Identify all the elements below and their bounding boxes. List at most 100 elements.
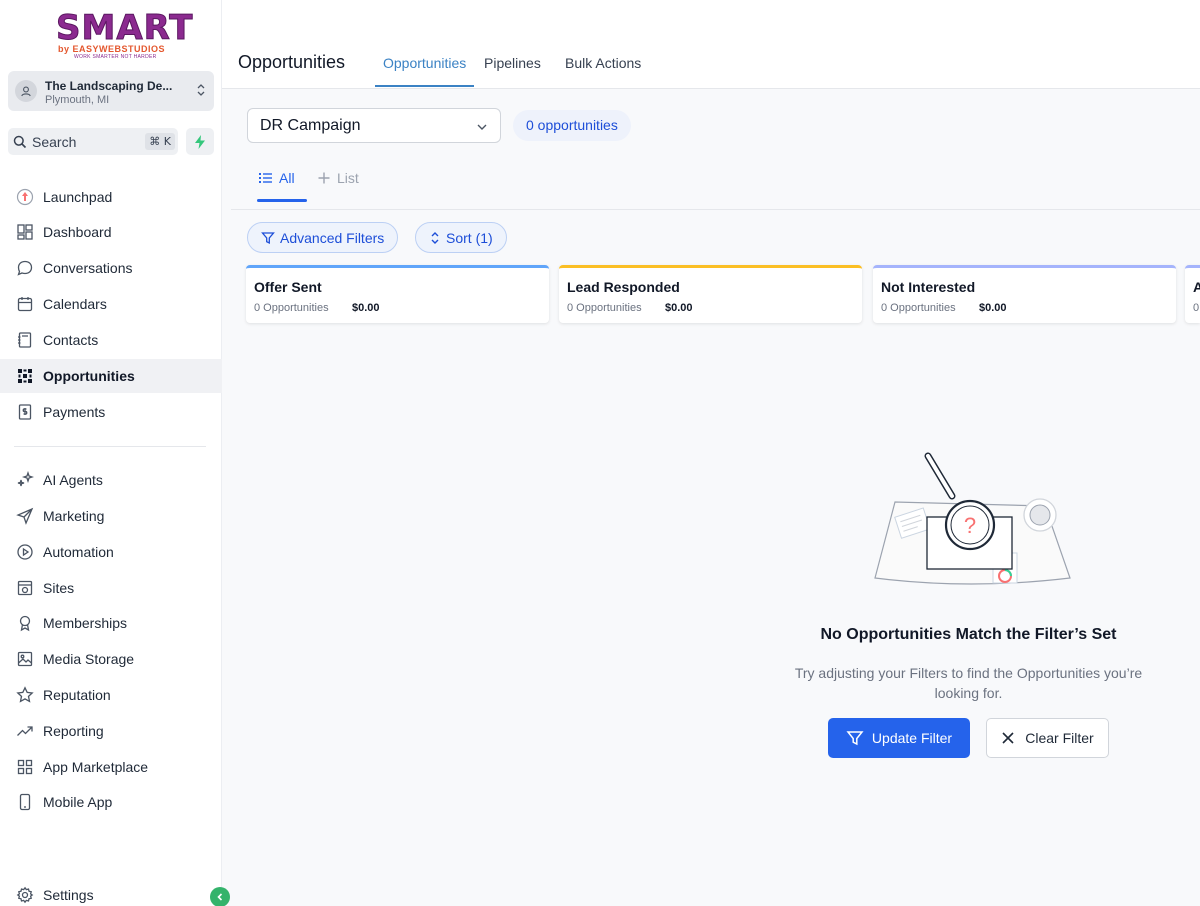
sidebar-item-label: Mobile App [43,794,113,810]
tab-bulk-actions[interactable]: Bulk Actions [565,55,641,87]
sidebar-item-label: Media Storage [43,651,135,667]
sidebar-item-launchpad[interactable]: Launchpad [0,180,222,214]
trend-up-icon [15,721,35,741]
location-avatar-icon [15,80,37,102]
sidebar-item-label: Payments [43,404,106,420]
sidebar-item-ai-agents[interactable]: AI Agents [0,463,222,497]
add-list-label: List [337,170,359,186]
quick-actions-button[interactable] [186,128,214,155]
empty-search-illustration: ? [874,452,1071,585]
mobile-phone-icon [15,792,35,812]
sort-label: Sort (1) [446,229,493,246]
sparkle-icon [15,470,35,490]
sidebar-item-automation[interactable]: Automation [0,535,222,569]
stage-value: $0.00 [665,302,693,314]
collapse-sidebar-button[interactable] [210,887,230,906]
tab-pipelines[interactable]: Pipelines [484,55,541,87]
sidebar-item-label: Opportunities [43,368,135,384]
logo-tagline: WORK SMARTER NOT HARDER [74,54,157,60]
view-tab-all-label: All [279,170,295,186]
stage-value: $0.00 [352,302,380,314]
sidebar-item-reputation[interactable]: Reputation [0,678,222,712]
search-button[interactable]: Search ⌘ K [8,128,178,155]
sidebar-item-settings[interactable]: Settings [0,878,222,906]
sidebar-item-opportunities[interactable]: Opportunities [0,359,222,393]
stage-count: 0 Opportunities [567,302,642,314]
plus-icon [318,172,330,184]
sidebar: SMART by EASYWEBSTUDIOS WORK SMARTER NOT… [0,0,222,906]
sidebar-item-payments[interactable]: Payments [0,395,222,429]
sidebar-item-label: Calendars [43,296,107,312]
sidebar-item-sites[interactable]: Sites [0,571,222,605]
location-name: The Landscaping De... [45,79,173,93]
opportunities-network-icon [15,366,35,386]
lightning-icon [195,134,205,149]
empty-state-title: No Opportunities Match the Filter’s Set [820,626,1117,643]
view-tab-all[interactable]: All [258,170,295,186]
chat-bubble-icon [15,258,35,278]
stage-column-not-interested[interactable]: Not Interested 0 Opportunities $0.00 [873,265,1176,323]
sidebar-item-label: Reporting [43,723,104,739]
sidebar-item-label: AI Agents [43,472,103,488]
location-city: Plymouth, MI [45,94,110,106]
stage-column-lead-responded[interactable]: Lead Responded 0 Opportunities $0.00 [559,265,862,323]
award-badge-icon [15,613,35,633]
advanced-filters-button[interactable]: Advanced Filters [247,222,399,253]
location-switcher[interactable]: The Landscaping De... Plymouth, MI [8,71,214,111]
tab-opportunities[interactable]: Opportunities [375,55,475,87]
sidebar-item-calendars[interactable]: Calendars [0,287,222,321]
chevron-left-icon [217,893,223,901]
view-tab-underline [257,199,307,202]
sidebar-item-dashboard[interactable]: Dashboard [0,215,222,249]
sidebar-item-label: Memberships [43,615,128,631]
sidebar-item-media-storage[interactable]: Media Storage [0,642,222,676]
top-bar: Opportunities Opportunities Pipelines Bu… [222,0,1200,89]
clear-filter-label: Clear Filter [1025,730,1094,746]
sidebar-item-label: Sites [43,580,75,596]
contact-book-icon [15,330,35,350]
filter-funnel-icon [261,231,275,244]
pipeline-select[interactable]: DR Campaign [247,108,501,143]
stage-name: Offer Sent [254,279,322,295]
sidebar-item-mobile-app[interactable]: Mobile App [0,785,222,819]
filter-funnel-icon [846,731,864,746]
sidebar-item-contacts[interactable]: Contacts [0,323,222,357]
pipeline-select-value: DR Campaign [260,117,361,134]
sidebar-item-conversations[interactable]: Conversations [0,251,222,285]
sidebar-item-label: Marketing [43,508,105,524]
sidebar-item-reporting[interactable]: Reporting [0,714,222,748]
star-icon [15,685,35,705]
sidebar-item-label: App Marketplace [43,759,149,775]
list-icon [259,173,272,183]
sidebar-item-label: Automation [43,544,114,560]
stage-count: 0 Opportunities [881,302,956,314]
stage-count: 0 [1193,302,1200,314]
search-shortcut: ⌘ K [145,133,175,150]
stage-count: 0 Opportunities [254,302,329,314]
chevron-down-icon [476,120,488,138]
calendar-icon [15,294,35,314]
paper-plane-icon [15,506,35,526]
sort-arrows-icon [431,231,439,244]
add-list-view-button[interactable]: List [317,170,359,186]
stage-column-offer-sent[interactable]: Offer Sent 0 Opportunities $0.00 [246,265,549,323]
sort-button[interactable]: Sort (1) [415,222,507,253]
sidebar-divider [14,446,206,447]
empty-state-description: Try adjusting your Filters to find the O… [794,665,1143,701]
rocket-icon [15,187,35,207]
receipt-dollar-icon [15,402,35,422]
browser-globe-icon [15,578,35,598]
sidebar-item-app-marketplace[interactable]: App Marketplace [0,750,222,784]
stage-value: $0.00 [979,302,1007,314]
clear-filter-button[interactable]: Clear Filter [986,718,1109,758]
sidebar-item-label: Contacts [43,332,99,348]
sidebar-item-memberships[interactable]: Memberships [0,606,222,640]
brand-logo[interactable]: SMART by EASYWEBSTUDIOS WORK SMARTER NOT… [56,8,194,61]
logo-main-text: SMART [56,8,194,48]
stage-name: A [1193,279,1200,295]
stage-column-partial[interactable]: A 0 [1185,265,1200,323]
sidebar-item-label: Conversations [43,260,133,276]
sidebar-item-marketing[interactable]: Marketing [0,499,222,533]
update-filter-button[interactable]: Update Filter [828,718,970,758]
sidebar-item-label: Settings [43,887,94,903]
